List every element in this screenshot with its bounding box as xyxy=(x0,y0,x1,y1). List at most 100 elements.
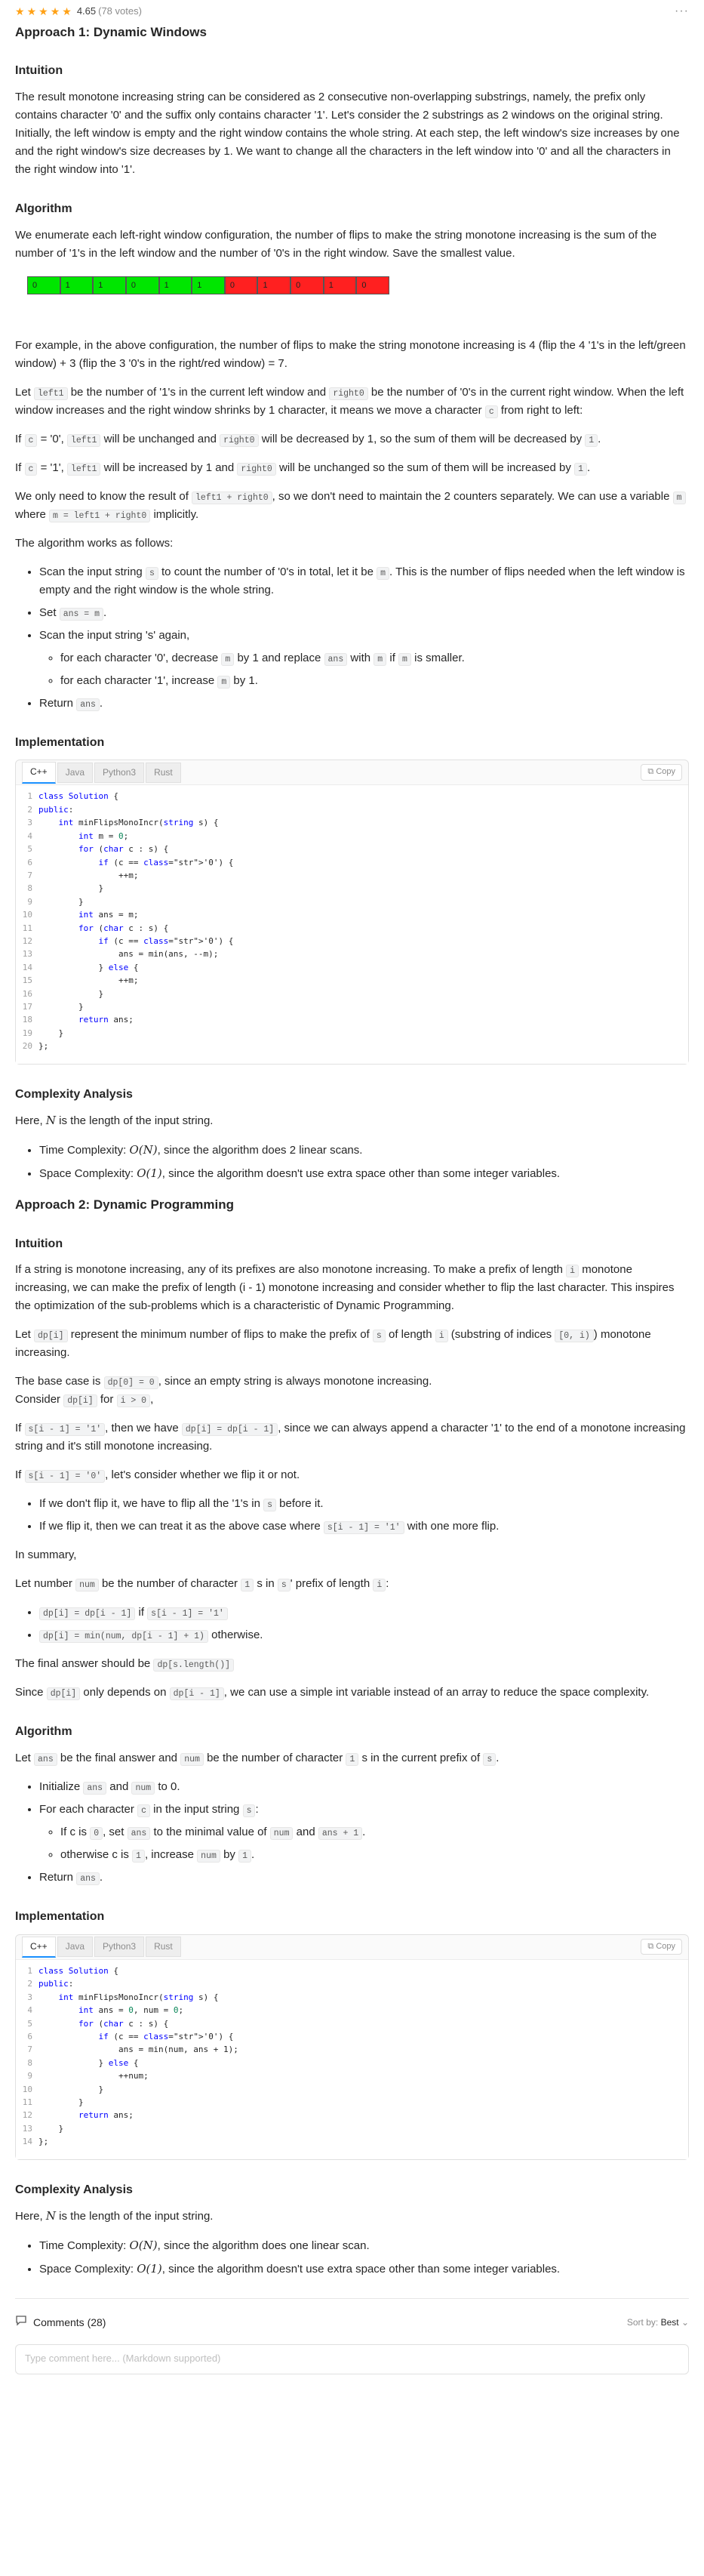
code-editor[interactable]: 1 2 3 4 5 6 7 8 9 10 11 12 13 14 15 16 17 18 19 20 class So… xyxy=(16,784,688,1064)
list-item: Scan the input string s to count the num… xyxy=(39,563,689,599)
code-line: int ans = 0, num = 0; xyxy=(78,2005,184,2016)
tab-python3[interactable]: Python3 xyxy=(94,762,145,784)
tab-cpp[interactable]: C++ xyxy=(22,762,56,784)
section-heading: Complexity Analysis xyxy=(15,2183,133,2196)
tab-java[interactable]: Java xyxy=(57,1937,94,1958)
code-line: } xyxy=(38,1001,84,1012)
list-item: Return ans. xyxy=(39,695,689,713)
code-line: public: xyxy=(38,804,74,815)
section-heading: Intuition xyxy=(15,64,63,78)
sort-dropdown[interactable]: Sort by: Best ⌄ xyxy=(627,2316,689,2330)
comments-count: Comments (28) xyxy=(33,2316,106,2329)
list-item: dp[i] = dp[i - 1] if s[i - 1] = '1' xyxy=(39,1604,689,1622)
code-line: if (c == class="str">'0') { xyxy=(98,857,234,867)
tab-rust[interactable]: Rust xyxy=(146,1937,181,1958)
paragraph: The algorithm works as follows: xyxy=(15,536,174,550)
section-heading: Intuition xyxy=(15,1237,63,1250)
code-editor[interactable]: 1 2 3 4 5 6 7 8 9 10 11 12 13 14 class Solution {publ… xyxy=(16,1958,688,2159)
line-numbers: 1 2 3 4 5 6 7 8 9 10 11 12 13 14 15 16 17 18 19 20 xyxy=(16,790,38,1052)
right-window-cell: 0 xyxy=(291,276,324,294)
right-window-cell: 0 xyxy=(224,276,258,294)
copy-button[interactable]: ⧉ Copy xyxy=(641,764,682,781)
line-number: 9 xyxy=(27,896,32,907)
code-line: if (c == class="str">'0') { xyxy=(98,2031,234,2041)
code-line: ++m; xyxy=(38,870,139,880)
flip-cases: If we don't flip it, we have to flip all… xyxy=(39,1495,689,1536)
code-line: ++num; xyxy=(38,2071,149,2081)
code-line: return ans; xyxy=(78,2110,134,2121)
code-line: } else { xyxy=(38,962,139,972)
code-line: } else { xyxy=(38,2057,139,2068)
list-item: If c is 0, set ans to the minimal value … xyxy=(60,1823,689,1841)
line-number: 4 xyxy=(27,2005,32,2016)
list-item: for each character '0', decrease m by 1 … xyxy=(60,649,689,667)
code-line: int minFlipsMonoIncr(string s) { xyxy=(58,818,219,828)
code-line: for (char c : s) { xyxy=(78,2018,169,2029)
line-number: 6 xyxy=(27,2031,32,2041)
star-icon[interactable]: ★ xyxy=(62,6,72,17)
rating-bar: ★ ★ ★ ★ ★ 4.65 (78 votes) ··· xyxy=(15,0,689,23)
paragraph: The final answer should be dp[s.length()… xyxy=(15,1655,689,1673)
line-number: 15 xyxy=(22,975,32,986)
copy-button[interactable]: ⧉ Copy xyxy=(641,1938,682,1955)
line-number: 1 xyxy=(27,1965,32,1976)
paragraph: If s[i - 1] = '0', let's consider whethe… xyxy=(15,1468,300,1484)
list-item: Return ans. xyxy=(39,1869,689,1887)
line-number: 2 xyxy=(27,1979,32,1989)
star-icon[interactable]: ★ xyxy=(51,6,60,17)
code-block: C++ Java Python3 Rust ⧉ Copy 1 2 3 4 5 6 7 8 9 10… xyxy=(15,1934,689,2160)
line-number: 18 xyxy=(22,1015,32,1025)
comments-header: Comments (28) Sort by: Best ⌄ xyxy=(15,2311,689,2334)
line-number: 4 xyxy=(27,830,32,841)
paragraph: If c = '1', left1 will be increased by 1… xyxy=(15,461,591,476)
paragraph: We enumerate each left-right window conf… xyxy=(15,228,657,260)
list-item: for each character '1', increase m by 1. xyxy=(60,672,689,690)
code-line: } xyxy=(38,2123,64,2134)
more-options-icon[interactable]: ··· xyxy=(675,2,689,21)
section-heading: Implementation xyxy=(15,1910,105,1924)
star-icon[interactable]: ★ xyxy=(15,6,25,17)
line-number: 20 xyxy=(22,1041,32,1052)
list-item: Time Complexity: O(N), since the algorit… xyxy=(39,2236,689,2255)
line-number: 3 xyxy=(27,818,32,828)
star-icon[interactable]: ★ xyxy=(38,6,48,17)
tab-rust[interactable]: Rust xyxy=(146,762,181,784)
line-number: 10 xyxy=(22,910,32,920)
left-window-cell: 0 xyxy=(125,276,159,294)
paragraph: Here, N is the length of the input strin… xyxy=(15,2209,214,2223)
paragraph: If c = '0', left1 will be unchanged and … xyxy=(15,432,601,447)
right-window-cell: 1 xyxy=(323,276,357,294)
list-item: Set ans = m. xyxy=(39,604,689,622)
paragraph: If s[i - 1] = '1', then we have dp[i] = … xyxy=(15,1422,686,1453)
line-number: 13 xyxy=(22,949,32,960)
complexity-list: Time Complexity: O(N), since the algorit… xyxy=(39,2236,689,2279)
code-line: int m = 0; xyxy=(78,830,129,841)
rating-stars[interactable]: ★ ★ ★ ★ ★ 4.65 (78 votes) xyxy=(15,4,142,20)
list-item: Scan the input string 's' again, for eac… xyxy=(39,627,689,690)
paragraph: We only need to know the result of left1… xyxy=(15,488,689,524)
code-line: } xyxy=(38,883,104,894)
list-item: otherwise c is 1, increase num by 1. xyxy=(60,1846,689,1864)
star-icon[interactable]: ★ xyxy=(27,6,37,17)
list-item: If we don't flip it, we have to flip all… xyxy=(39,1495,689,1513)
line-number: 9 xyxy=(27,2071,32,2081)
paragraph: The base case is dp[0] = 0, since an emp… xyxy=(15,1375,432,1408)
line-number: 12 xyxy=(22,935,32,946)
line-number: 5 xyxy=(27,844,32,855)
right-window-cell: 1 xyxy=(257,276,291,294)
section-heading: Algorithm xyxy=(15,1725,72,1739)
copy-icon: ⧉ xyxy=(647,767,654,777)
rating-value: 4.65 xyxy=(76,5,97,17)
code-line: if (c == class="str">'0') { xyxy=(98,935,234,946)
paragraph: Since dp[i] only depends on dp[i - 1], w… xyxy=(15,1686,650,1701)
tab-java[interactable]: Java xyxy=(57,762,94,784)
tab-cpp[interactable]: C++ xyxy=(22,1936,56,1958)
tab-python3[interactable]: Python3 xyxy=(94,1937,145,1958)
line-number: 6 xyxy=(27,857,32,867)
line-number: 17 xyxy=(22,1001,32,1012)
paragraph: Let left1 be the number of '1's in the c… xyxy=(15,385,684,418)
section-heading: Implementation xyxy=(15,735,105,749)
comment-input[interactable]: Type comment here... (Markdown supported… xyxy=(15,2344,689,2375)
list-item: Space Complexity: O(1), since the algori… xyxy=(39,2260,689,2279)
line-number: 12 xyxy=(22,2110,32,2121)
